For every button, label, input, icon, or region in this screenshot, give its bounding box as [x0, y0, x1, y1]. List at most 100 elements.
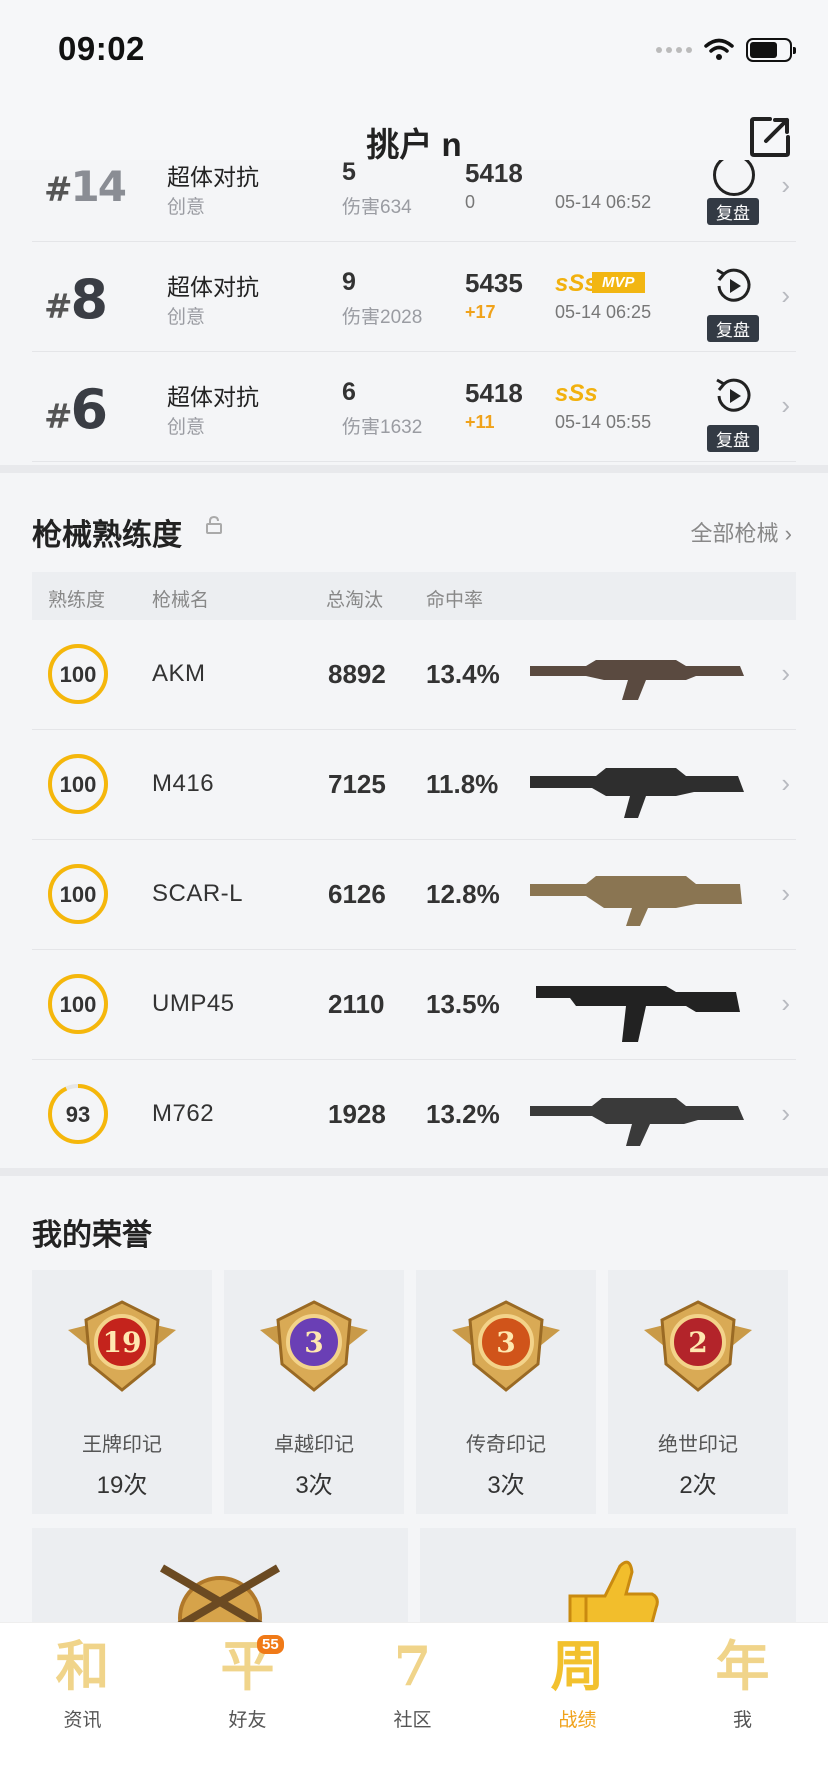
weapon-row[interactable]: 100 AKM 8892 13.4% ›	[32, 620, 796, 730]
match-type: 创意	[167, 197, 206, 218]
weapon-hit-rate: 11.8%	[426, 769, 499, 799]
weapon-proficiency-section: 枪械熟练度 全部枪械 › 熟练度 枪械名 总淘汰 命中率 100 AKM 8892 1…	[0, 478, 828, 1170]
medal-level: 2	[688, 1326, 707, 1359]
chevron-right-icon: ›	[781, 280, 790, 310]
replay-button[interactable]: 复盘	[707, 374, 761, 452]
friends-icon: 平	[220, 1634, 275, 1698]
honor-medal-icon: 3	[260, 1300, 368, 1392]
tab-news[interactable]: 和 资讯	[0, 1633, 165, 1732]
section-divider	[0, 1168, 828, 1176]
proficiency-ring: 93	[46, 1082, 110, 1146]
honor-count: 2次	[679, 1472, 717, 1499]
bottom-tab-bar: 和 资讯 平 55 好友 7 社区 周 战绩 年 我	[0, 1622, 828, 1792]
chevron-right-icon: ›	[781, 658, 790, 688]
match-time: 05-14 06:52	[555, 192, 652, 212]
match-rank: #14	[44, 162, 127, 211]
replay-icon	[716, 378, 751, 412]
page-title: 挑户 n	[366, 126, 462, 163]
honor-medal-icon: 2	[644, 1300, 752, 1392]
weapon-name: M416	[152, 770, 215, 797]
honor-card[interactable]: 2 绝世印记 2次	[608, 1270, 788, 1514]
honor-card[interactable]: 19 王牌印记 19次	[32, 1270, 212, 1514]
tab-record[interactable]: 周 战绩	[495, 1633, 660, 1732]
tab-me[interactable]: 年 我	[660, 1633, 825, 1732]
match-history-list: #14 超体对抗 创意 5 伤害634 5418 0 05-14 06:52 复…	[0, 160, 828, 465]
tab-friends[interactable]: 平 55 好友	[165, 1633, 330, 1732]
replay-icon	[713, 160, 755, 196]
lock-icon[interactable]	[205, 516, 223, 534]
match-rank: #8	[44, 268, 108, 331]
tab-label: 资讯	[63, 1710, 102, 1731]
match-row[interactable]: #8 超体对抗 创意 9 伤害2028 5435 +17 sSs MVP 05-…	[32, 242, 796, 352]
match-score: 5435	[465, 268, 523, 298]
chevron-right-icon: ›	[781, 768, 790, 798]
rifle-m762-icon	[530, 1098, 744, 1146]
match-rank: #6	[44, 378, 108, 441]
weapon-name: UMP45	[152, 990, 235, 1017]
honor-card[interactable]: 3 卓越印记 3次	[224, 1270, 404, 1514]
column-header: 命中率	[426, 590, 484, 611]
weapon-row[interactable]: 93 M762 1928 13.2% ›	[32, 1060, 796, 1170]
weapon-table-header: 熟练度 枪械名 总淘汰 命中率	[32, 572, 796, 620]
match-damage: 伤害2028	[342, 307, 423, 328]
match-kills: 9	[342, 268, 356, 296]
proficiency-value: 93	[65, 1102, 91, 1127]
status-time: 09:02	[58, 30, 145, 67]
weapon-row[interactable]: 100 UMP45 2110 13.5% ›	[32, 950, 796, 1060]
honor-name: 卓越印记	[274, 1434, 354, 1456]
match-damage: 伤害1632	[342, 417, 423, 438]
news-icon: 和	[55, 1634, 110, 1698]
mvp-badge: MVP	[592, 272, 645, 293]
cellular-signal-icon	[656, 47, 692, 53]
honor-name: 王牌印记	[82, 1434, 162, 1456]
honor-name: 绝世印记	[658, 1434, 738, 1456]
match-row[interactable]: #6 超体对抗 创意 6 伤害1632 5418 +11 sSs 05-14 0…	[32, 352, 796, 462]
rifle-m416-icon	[530, 768, 744, 818]
match-score-delta: +11	[465, 412, 495, 432]
match-row[interactable]: #14 超体对抗 创意 5 伤害634 5418 0 05-14 06:52 复…	[32, 160, 796, 242]
battery-icon	[746, 38, 796, 62]
weapon-row[interactable]: 100 M416 7125 11.8% ›	[32, 730, 796, 840]
proficiency-value: 100	[59, 882, 97, 907]
medal-level: 3	[496, 1326, 515, 1359]
weapon-hit-rate: 13.2%	[426, 1099, 500, 1129]
proficiency-value: 100	[59, 662, 97, 687]
section-title: 枪械熟练度	[32, 519, 182, 552]
weapon-row[interactable]: 100 SCAR-L 6126 12.8% ›	[32, 840, 796, 950]
column-header: 熟练度	[48, 590, 106, 611]
match-mode: 超体对抗	[167, 384, 259, 410]
honor-count: 3次	[295, 1472, 333, 1499]
match-time: 05-14 05:55	[555, 412, 652, 432]
match-score-delta: 0	[465, 192, 476, 212]
proficiency-ring: 100	[46, 972, 110, 1036]
match-score: 5418	[465, 378, 523, 408]
chevron-right-icon: ›	[781, 1098, 790, 1128]
weapon-name: SCAR-L	[152, 880, 244, 907]
replay-button[interactable]: 复盘	[707, 160, 761, 226]
weapon-name: M762	[152, 1100, 215, 1127]
weapon-kills: 2110	[328, 989, 385, 1019]
honor-name: 传奇印记	[466, 1434, 546, 1456]
medal-level: 19	[103, 1326, 142, 1359]
share-icon[interactable]	[748, 115, 792, 159]
proficiency-value: 100	[59, 992, 97, 1017]
weapon-kills: 6126	[328, 879, 386, 909]
column-header: 总淘汰	[326, 590, 384, 611]
record-icon: 周	[550, 1634, 605, 1698]
column-header: 枪械名	[152, 590, 210, 611]
all-weapons-link[interactable]: 全部枪械 ›	[691, 516, 792, 548]
community-icon: 7	[393, 1634, 432, 1698]
match-kills: 5	[342, 160, 356, 186]
replay-button[interactable]: 复盘	[707, 264, 761, 342]
tab-community[interactable]: 7 社区	[330, 1633, 495, 1732]
section-divider	[0, 465, 828, 473]
tab-label: 战绩	[558, 1710, 597, 1731]
honor-card[interactable]: 3 传奇印记 3次	[416, 1270, 596, 1514]
chevron-right-icon: ›	[781, 170, 790, 200]
match-mode: 超体对抗	[167, 164, 259, 190]
match-score: 5418	[465, 160, 523, 188]
rifle-scarl-icon	[530, 876, 742, 926]
honor-medal-icon: 3	[452, 1300, 560, 1392]
medal-level: 3	[304, 1326, 323, 1359]
weapon-hit-rate: 13.4%	[426, 659, 500, 689]
